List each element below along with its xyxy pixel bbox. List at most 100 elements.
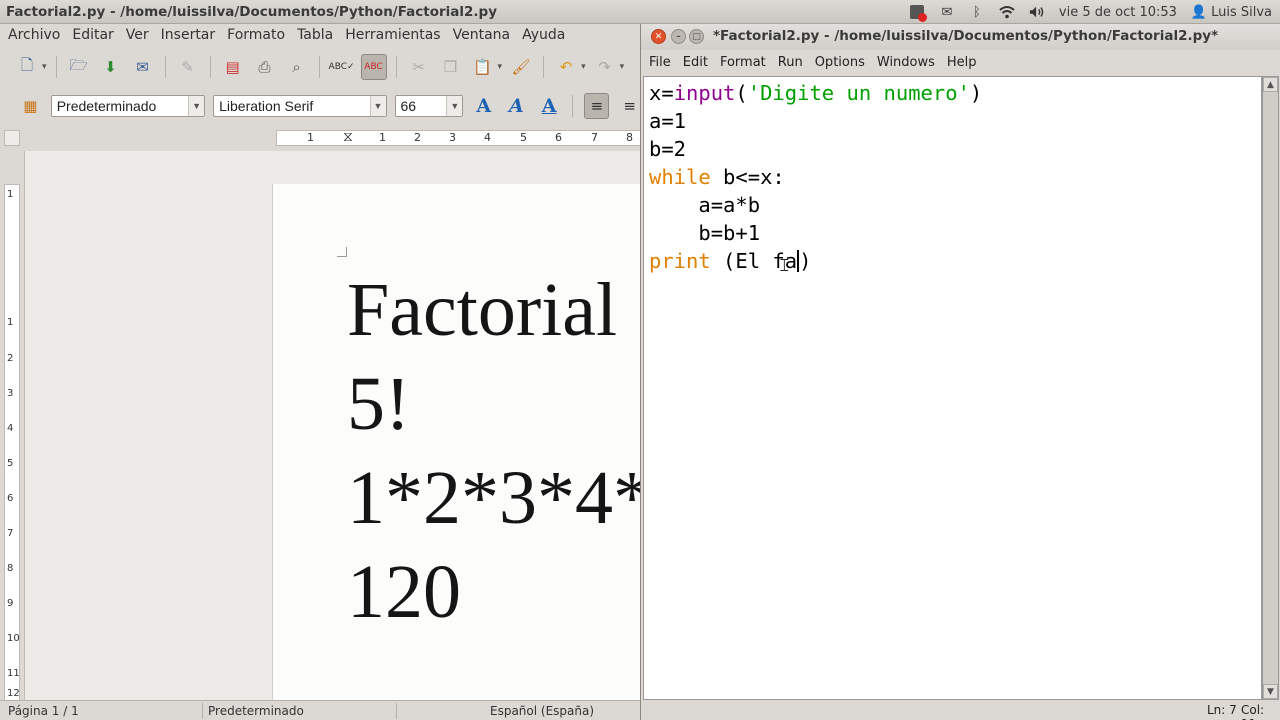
edit-mode-icon[interactable]: ✎ (175, 54, 201, 80)
idle-titlebar[interactable]: ✕ – □ *Factorial2.py - /home/luissilva/D… (641, 24, 1280, 50)
vertical-ruler[interactable]: 1 1 2 3 4 5 6 7 8 9 10 11 12 (4, 184, 20, 704)
code-token: b<=x: (710, 165, 785, 189)
chevron-down-icon[interactable]: ▼ (188, 96, 205, 116)
ruler-number: 12 (7, 688, 20, 699)
menu-format[interactable]: Format (714, 50, 772, 74)
ruler-number: 2 (7, 353, 14, 364)
system-tray: ✉ ᛒ vie 5 de oct 10:53 👤 Luis Silva (909, 2, 1272, 22)
minimize-icon[interactable]: – (671, 29, 686, 44)
cut-icon[interactable]: ✂ (406, 54, 432, 80)
open-folder-icon[interactable]: 🗁 (66, 54, 92, 80)
formatting-toolbar: ▦ Predeterminado ▼ Liberation Serif ▼ 66… (0, 88, 642, 124)
page-count[interactable]: Página 1 / 1 (8, 704, 79, 718)
bold-icon[interactable]: A (471, 95, 496, 117)
font-name-box[interactable]: Liberation Serif ▼ (213, 95, 387, 117)
toolbar-separator (395, 56, 397, 78)
language[interactable]: Español (España) (490, 704, 594, 718)
maximize-icon[interactable]: □ (689, 29, 704, 44)
ibeam-cursor-icon: 𝙸 (778, 255, 791, 276)
menu-archivo[interactable]: Archivo (2, 24, 66, 46)
status-separator (202, 703, 203, 719)
styles-icon[interactable]: ▦ (18, 93, 43, 119)
autospellcheck-icon[interactable]: ABC (360, 54, 387, 80)
menu-editar[interactable]: Editar (66, 24, 119, 46)
ruler-number: 7 (591, 131, 598, 144)
document-area[interactable]: Factorial 5! 1*2*3*4* 120 (24, 151, 642, 700)
font-size-box[interactable]: 66 ▼ (394, 95, 464, 117)
user-menu[interactable]: 👤 Luis Silva (1191, 5, 1272, 20)
paste-icon[interactable]: 📋 (470, 54, 496, 80)
new-document-icon[interactable]: 🗋 (14, 54, 40, 80)
horizontal-ruler[interactable]: 1 ⧖ 1 2 3 4 5 6 7 8 (276, 129, 642, 146)
code-editor[interactable]: x=input('Digite un numero') a=1 b=2 whil… (643, 76, 1262, 700)
menu-ver[interactable]: Ver (120, 24, 155, 46)
ruler-number: 11 (7, 668, 20, 679)
scroll-up-icon[interactable]: ▲ (1263, 77, 1278, 92)
ruler-number: 9 (7, 598, 14, 609)
idle-menubar: File Edit Format Run Options Windows Hel… (641, 50, 1280, 74)
toolbar-separator (209, 56, 211, 78)
vertical-scrollbar[interactable]: ▲ ▼ (1262, 76, 1279, 700)
print-icon[interactable]: ⎙ (252, 54, 278, 80)
new-dropdown-icon[interactable]: ▾ (42, 62, 47, 72)
ruler-number: 6 (555, 131, 562, 144)
redo-icon[interactable]: ↷ (592, 54, 618, 80)
paragraph-style-value: Predeterminado (56, 98, 157, 114)
undo-icon[interactable]: ↶ (553, 54, 579, 80)
ruler-number: 1 (307, 131, 314, 144)
top-panel: Factorial2.py - /home/luissilva/Document… (0, 0, 1280, 24)
paragraph-style-box[interactable]: Predeterminado ▼ (50, 95, 206, 117)
ruler-number: 7 (7, 528, 14, 539)
ruler-number: 1 (7, 189, 14, 200)
volume-icon[interactable] (1029, 4, 1045, 20)
undo-dropdown-icon[interactable]: ▾ (581, 62, 586, 72)
column-number: Col: 11 (1241, 703, 1265, 720)
menu-windows[interactable]: Windows (871, 50, 941, 74)
menu-options[interactable]: Options (809, 50, 871, 74)
mail-icon[interactable]: ✉ (939, 4, 955, 20)
close-icon[interactable]: ✕ (651, 29, 666, 44)
ruler-number: 5 (7, 458, 14, 469)
menu-file[interactable]: File (643, 50, 677, 74)
recorder-icon[interactable] (909, 4, 927, 22)
underline-icon[interactable]: A (537, 95, 562, 117)
save-icon[interactable]: ⬇ (98, 54, 124, 80)
print-preview-icon[interactable]: ⌕ (284, 54, 310, 80)
chevron-down-icon[interactable]: ▼ (446, 96, 463, 116)
code-string: 'Digite un numero' (747, 81, 970, 105)
align-center-icon[interactable]: ≡ (617, 93, 642, 119)
italic-icon[interactable]: A (504, 95, 529, 117)
font-name-value: Liberation Serif (219, 98, 314, 114)
copy-icon[interactable]: ❐ (438, 54, 464, 80)
code-token: x= (649, 81, 674, 105)
menu-insertar[interactable]: Insertar (155, 24, 222, 46)
menu-ayuda[interactable]: Ayuda (516, 24, 571, 46)
redo-dropdown-icon[interactable]: ▾ (620, 62, 625, 72)
menu-edit[interactable]: Edit (677, 50, 714, 74)
idle-editor-window: ✕ – □ *Factorial2.py - /home/luissilva/D… (640, 24, 1280, 720)
line-number: Ln: 7 (1207, 703, 1237, 717)
menu-help[interactable]: Help (941, 50, 983, 74)
page-style[interactable]: Predeterminado (208, 704, 304, 718)
menu-formato[interactable]: Formato (221, 24, 291, 46)
spellcheck-icon[interactable]: ABC✓ (329, 54, 355, 80)
tab-stop-icon[interactable]: ⧖ (343, 129, 353, 145)
clock[interactable]: vie 5 de oct 10:53 (1059, 5, 1177, 20)
clone-format-icon[interactable]: 🖌 (508, 54, 534, 80)
code-builtin: input (673, 81, 736, 105)
align-left-icon[interactable]: ≡ (584, 93, 610, 119)
wifi-icon[interactable] (999, 4, 1015, 20)
ruler-corner (4, 130, 20, 146)
chevron-down-icon[interactable]: ▼ (369, 96, 386, 116)
menu-herramientas[interactable]: Herramientas (339, 24, 446, 46)
menu-tabla[interactable]: Tabla (291, 24, 339, 46)
bluetooth-icon[interactable]: ᛒ (969, 4, 985, 20)
export-pdf-icon[interactable]: ▤ (220, 54, 246, 80)
scroll-down-icon[interactable]: ▼ (1263, 684, 1278, 699)
menu-run[interactable]: Run (772, 50, 809, 74)
paste-dropdown-icon[interactable]: ▾ (498, 62, 503, 72)
menu-ventana[interactable]: Ventana (447, 24, 517, 46)
email-icon[interactable]: ✉ (130, 54, 156, 80)
doc-line-title: Factorial (347, 268, 618, 352)
document-page[interactable]: Factorial 5! 1*2*3*4* 120 (273, 184, 642, 700)
